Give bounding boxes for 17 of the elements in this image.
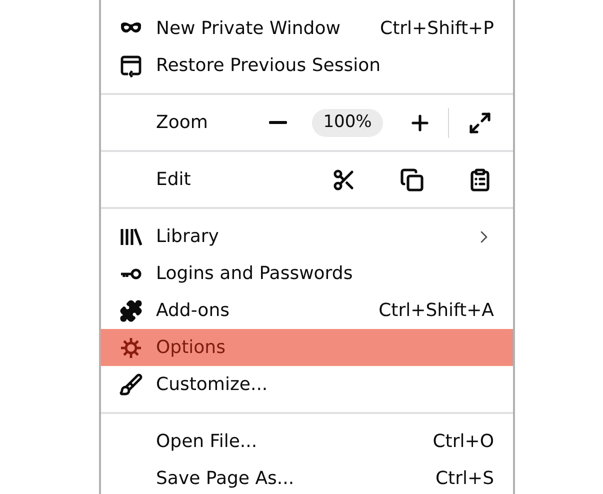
zoom-reset-button[interactable]: 100%	[312, 108, 383, 136]
gear-icon	[119, 336, 143, 360]
menu-item-label: Zoom	[156, 111, 208, 135]
expand-arrows-icon	[468, 110, 492, 134]
copy-icon	[400, 168, 424, 192]
minus-icon	[269, 121, 287, 124]
menu-item-label: Edit	[156, 168, 191, 192]
shortcut-text: Ctrl+Shift+A	[378, 299, 494, 323]
shortcut-text: Ctrl+O	[432, 430, 494, 454]
restore-session-icon	[119, 54, 143, 78]
puzzle-piece-icon	[119, 298, 143, 322]
scissors-icon	[332, 168, 356, 192]
brush-icon	[119, 372, 143, 396]
shortcut-text: Ctrl+Shift+P	[380, 17, 494, 41]
clipboard-icon	[468, 168, 492, 192]
menu-item[interactable]: Options	[101, 329, 513, 366]
shortcut-text: Ctrl+S	[435, 467, 494, 491]
